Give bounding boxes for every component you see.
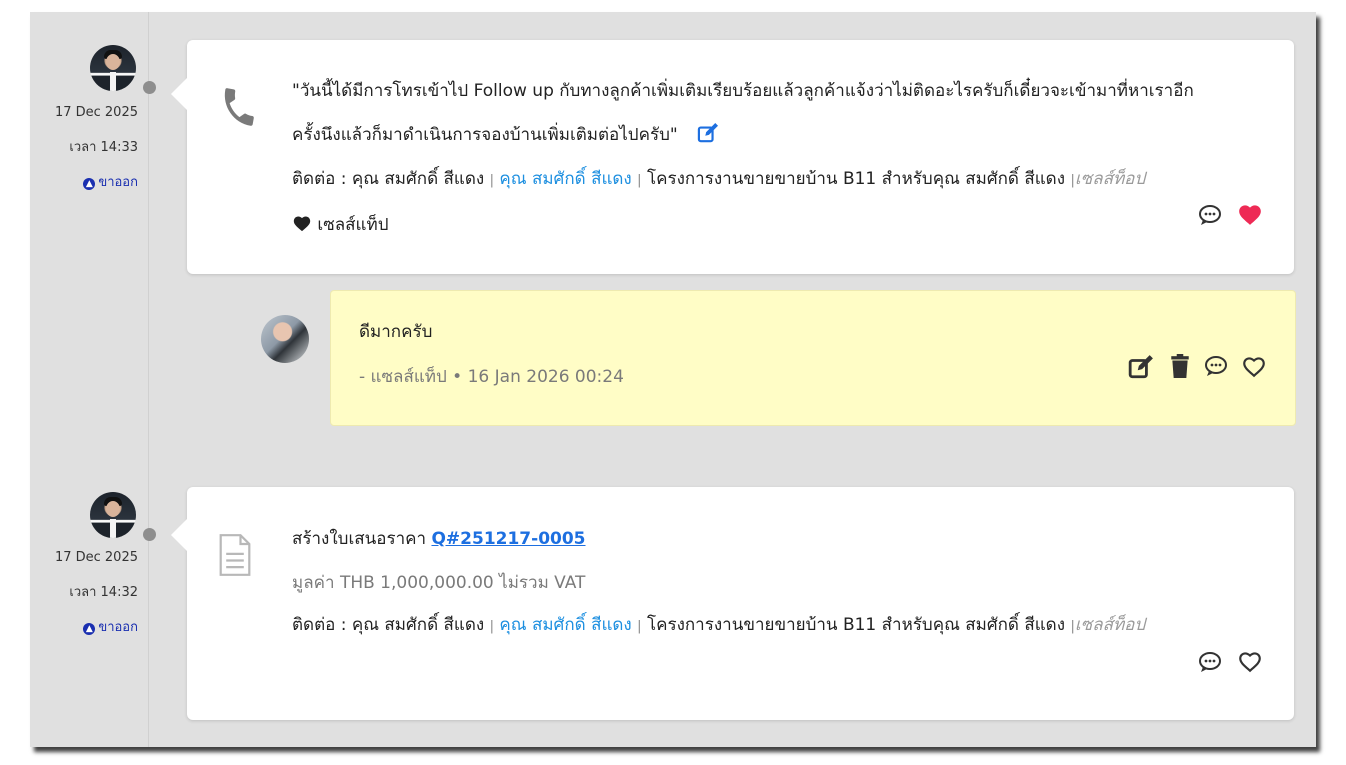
edit-icon[interactable] [1128, 355, 1154, 379]
reply-comment: ดีมากครับ - แซลส์แท็ป • 16 Jan 2026 00:2… [330, 290, 1296, 426]
comment-icon[interactable] [1198, 204, 1222, 226]
contact-line: ติดต่อ : คุณ สมศักดิ์ สีแดง | คุณ สมศักด… [292, 165, 1145, 192]
comment-icon[interactable] [1204, 355, 1228, 377]
project-name[interactable]: โครงการงานขายขายบ้าน B11 สำหรับคุณ สมศัก… [647, 615, 1065, 635]
activity-card-quotation: สร้างใบเสนอราคา Q#251217-0005 มูลค่า THB… [171, 487, 1294, 720]
heart-outline-icon[interactable] [1241, 354, 1267, 378]
entry-date: 17 Dec 2025 [54, 550, 138, 565]
direction-label: ขาออก [98, 175, 138, 190]
owner-name: เซลส์ท็อป [1074, 615, 1146, 635]
trash-icon[interactable] [1169, 354, 1191, 378]
heart-filled-icon [293, 216, 311, 232]
separator: | [489, 619, 494, 634]
arrow-up-circle-icon: ▲ [83, 178, 96, 190]
comment-icon[interactable] [1198, 651, 1222, 673]
activity-message-line-2-row: ครั้งนึงแล้วก็มาดำเนินการจองบ้านเพิ่มเติ… [292, 121, 719, 148]
heart-outline-icon[interactable] [1237, 649, 1263, 673]
reply-author-line: - แซลส์แท็ป • 16 Jan 2026 00:24 [359, 367, 624, 387]
arrow-up-circle-icon: ▲ [83, 623, 96, 635]
contact-label: ติดต่อ : คุณ สมศักดิ์ สีแดง [292, 615, 485, 635]
phone-icon [224, 88, 254, 126]
activity-message-line-1: "วันนี้ได้มีการโทรเข้าไป Follow up กับทา… [292, 81, 1194, 101]
entry-date: 17 Dec 2025 [54, 105, 138, 120]
entry-meta: 17 Dec 2025 เวลา 14:33 ▲ ขาออก [30, 106, 138, 211]
activity-message-line-2: ครั้งนึงแล้วก็มาดำเนินการจองบ้านเพิ่มเติ… [292, 125, 678, 145]
timeline-node [143, 81, 156, 94]
quotation-title-prefix: สร้างใบเสนอราคา [292, 529, 427, 549]
timeline-node [143, 528, 156, 541]
edit-icon[interactable] [697, 123, 719, 143]
contact-link[interactable]: คุณ สมศักดิ์ สีแดง [499, 615, 631, 635]
quotation-link[interactable]: Q#251217-0005 [431, 529, 585, 549]
quotation-value: มูลค่า THB 1,000,000.00 ไม่รวม VAT [292, 573, 586, 593]
direction-outgoing[interactable]: ▲ ขาออก [30, 621, 138, 656]
reply-text: ดีมากครับ [359, 322, 433, 342]
project-name[interactable]: โครงการงานขายขายบ้าน B11 สำหรับคุณ สมศัก… [647, 169, 1065, 189]
heart-like-icon[interactable] [1237, 202, 1263, 226]
direction-label: ขาออก [98, 620, 138, 635]
contact-line: ติดต่อ : คุณ สมศักดิ์ สีแดง | คุณ สมศักด… [292, 611, 1145, 638]
activity-card-call: "วันนี้ได้มีการโทรเข้าไป Follow up กับทา… [171, 40, 1294, 274]
separator: | [637, 619, 642, 634]
card-pointer [171, 78, 187, 110]
card-pointer [171, 519, 187, 551]
contact-label: ติดต่อ : คุณ สมศักดิ์ สีแดง [292, 169, 485, 189]
entry-time: เวลา 14:32 [69, 585, 138, 600]
avatar[interactable] [90, 45, 136, 91]
document-icon [219, 534, 251, 576]
entry-time: เวลา 14:33 [69, 140, 138, 155]
quotation-title: สร้างใบเสนอราคา Q#251217-0005 [292, 525, 586, 552]
direction-outgoing[interactable]: ▲ ขาออก [30, 176, 138, 211]
timeline-line [148, 12, 149, 747]
reply-avatar[interactable] [261, 315, 309, 363]
separator: | [489, 173, 494, 188]
avatar[interactable] [90, 492, 136, 538]
liked-by-name: เซลส์แท็ป [317, 215, 389, 235]
contact-link[interactable]: คุณ สมศักดิ์ สีแดง [499, 169, 631, 189]
entry-meta: 17 Dec 2025 เวลา 14:32 ▲ ขาออก [30, 551, 138, 656]
activity-timeline-panel: 17 Dec 2025 เวลา 14:33 ▲ ขาออก "วันนี้ได้… [30, 12, 1316, 747]
owner-name: เซลส์ท็อป [1074, 169, 1146, 189]
separator: | [637, 173, 642, 188]
liked-by-line: เซลส์แท็ป [292, 211, 389, 238]
